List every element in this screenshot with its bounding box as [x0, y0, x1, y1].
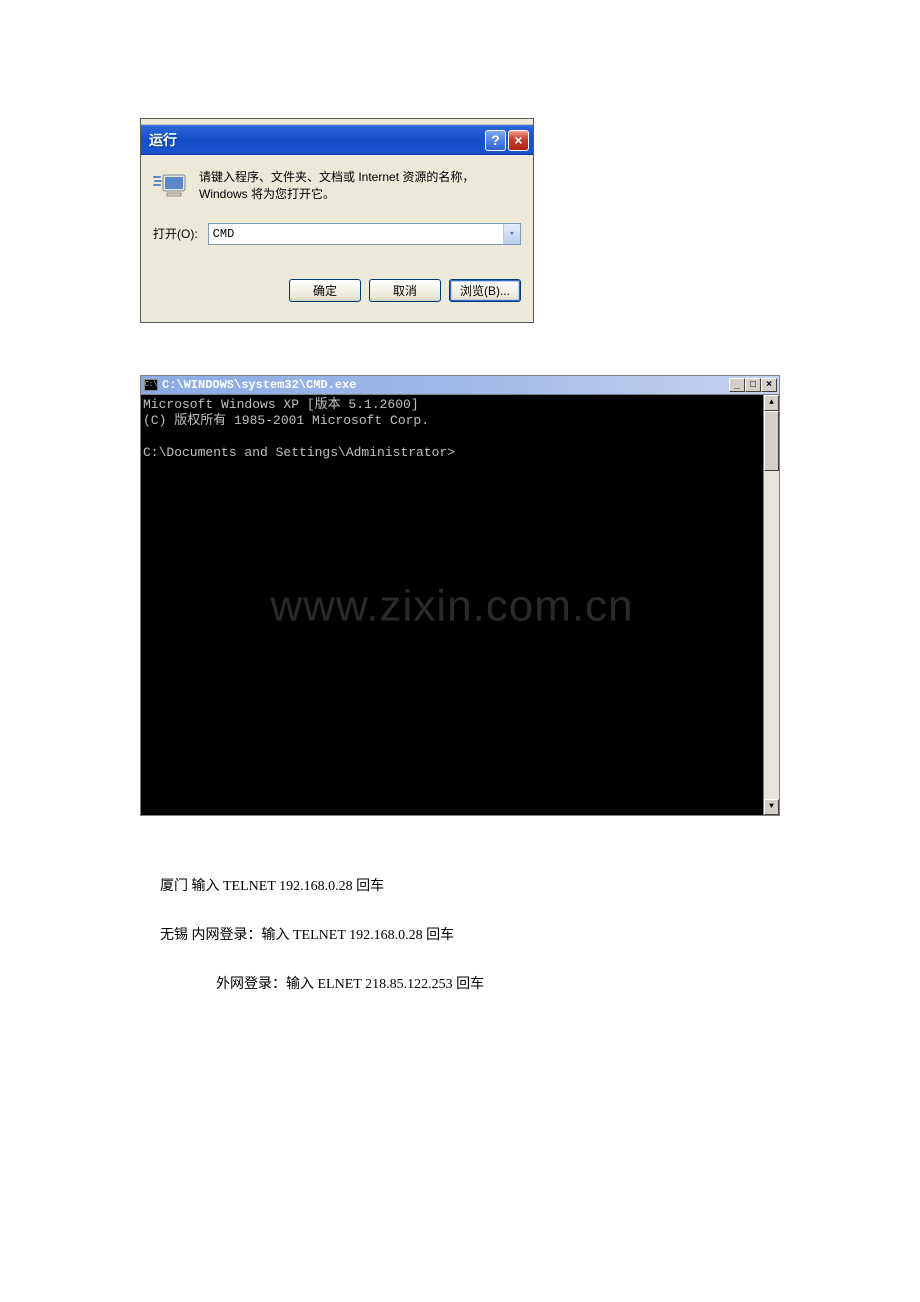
cmd-line: Microsoft Windows XP [版本 5.1.2600]: [143, 397, 419, 412]
cmd-icon: C:\: [144, 379, 158, 391]
cmd-prompt: C:\Documents and Settings\Administrator>: [143, 445, 455, 460]
run-icon: [153, 169, 187, 199]
cmd-titlebar[interactable]: C:\ C:\WINDOWS\system32\CMD.exe _ □ ×: [141, 376, 779, 395]
scrollbar[interactable]: ▲ ▼: [763, 395, 779, 815]
scroll-up-button[interactable]: ▲: [764, 395, 779, 411]
close-icon: ×: [514, 132, 522, 148]
close-icon: ×: [766, 379, 772, 390]
chevron-down-icon: ▼: [769, 802, 774, 811]
help-icon: ?: [491, 132, 500, 148]
browse-button[interactable]: 浏览(B)...: [449, 279, 521, 302]
cmd-terminal[interactable]: Microsoft Windows XP [版本 5.1.2600] (C) 版…: [141, 395, 763, 815]
scroll-thumb[interactable]: [764, 411, 779, 471]
run-body: 请键入程序、文件夹、文档或 Internet 资源的名称，Windows 将为您…: [141, 155, 533, 322]
run-dialog: 运行 ? × 请键入程序、文件夹、文档或 Internet 资源的名称，Wind…: [140, 118, 534, 323]
close-button[interactable]: ×: [508, 130, 529, 151]
open-combobox[interactable]: CMD ▾: [208, 223, 521, 245]
run-title: 运行: [149, 130, 483, 150]
cancel-button[interactable]: 取消: [369, 279, 441, 302]
instruction-line: 厦门 输入 TELNET 192.168.0.28 回车: [160, 876, 780, 897]
minimize-icon: _: [734, 379, 740, 390]
cmd-title: C:\WINDOWS\system32\CMD.exe: [162, 378, 729, 392]
open-label: 打开(O):: [153, 225, 198, 242]
chevron-down-icon[interactable]: ▾: [503, 224, 520, 244]
scroll-track[interactable]: [764, 411, 779, 799]
run-titlebar[interactable]: 运行 ? ×: [141, 125, 533, 155]
close-button[interactable]: ×: [761, 378, 777, 392]
maximize-icon: □: [750, 379, 756, 390]
document-page: 运行 ? × 请键入程序、文件夹、文档或 Internet 资源的名称，Wind…: [0, 0, 920, 995]
chevron-up-icon: ▲: [769, 398, 774, 407]
maximize-button[interactable]: □: [745, 378, 761, 392]
scroll-down-button[interactable]: ▼: [764, 799, 779, 815]
ok-button[interactable]: 确定: [289, 279, 361, 302]
watermark: www.zixin.com.cn: [270, 598, 633, 614]
minimize-button[interactable]: _: [729, 378, 745, 392]
run-description: 请键入程序、文件夹、文档或 Internet 资源的名称，Windows 将为您…: [199, 169, 521, 203]
cmd-window: C:\ C:\WINDOWS\system32\CMD.exe _ □ × Mi…: [140, 375, 780, 816]
instructions: 厦门 输入 TELNET 192.168.0.28 回车 无锡 内网登录：输入 …: [160, 876, 780, 995]
open-input-value[interactable]: CMD: [209, 227, 503, 241]
cmd-line: (C) 版权所有 1985-2001 Microsoft Corp.: [143, 413, 429, 428]
instruction-line: 无锡 内网登录：输入 TELNET 192.168.0.28 回车: [160, 925, 780, 946]
help-button[interactable]: ?: [485, 130, 506, 151]
instruction-line: 外网登录：输入 ELNET 218.85.122.253 回车: [160, 974, 780, 995]
